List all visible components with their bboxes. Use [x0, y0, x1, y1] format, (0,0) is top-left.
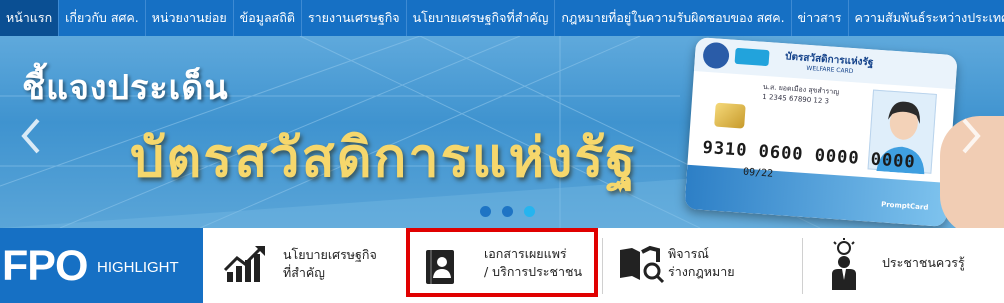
idea-person-icon — [832, 238, 856, 290]
nav-item-laws[interactable]: กฎหมายที่อยู่ในความรับผิดชอบของ สศค. — [555, 0, 792, 36]
slider-pagination — [480, 206, 535, 217]
banner-subtitle: ชี้แจงประเด็น — [22, 68, 229, 108]
chevron-right-icon — [962, 118, 981, 154]
label-line-1: ประชาชนควรรู้ — [882, 255, 965, 270]
selection-highlight-box — [406, 228, 598, 297]
growth-chart-icon — [223, 246, 265, 282]
divider — [802, 238, 803, 294]
slider-next-button[interactable] — [956, 114, 984, 158]
highlight-draft-law-label: พิจารณ์ ร่างกฎหมาย — [668, 245, 735, 281]
chevron-left-icon — [21, 118, 40, 154]
fpo-brand: FPO — [2, 242, 88, 290]
slider-prev-button[interactable] — [18, 114, 46, 158]
nav-item-sub-units[interactable]: หน่วยงานย่อย — [146, 0, 234, 36]
slider-dot-3[interactable] — [524, 206, 535, 217]
banner-title: บัตรสวัสดิการแห่งรัฐ — [130, 126, 638, 189]
divider — [602, 238, 603, 294]
nav-item-economic-report[interactable]: รายงานเศรษฐกิจ — [302, 0, 407, 36]
welfare-card-image: บัตรสวัสดิการแห่งรัฐ WELFARE CARD น.ส. ย… — [684, 37, 958, 227]
nav-item-international[interactable]: ความสัมพันธ์ระหว่างประเทศ — [849, 0, 1004, 36]
slider-dot-2[interactable] — [502, 206, 513, 217]
law-book-search-icon — [620, 245, 664, 284]
highlight-public-should-know-label: ประชาชนควรรู้ — [882, 254, 965, 272]
highlight-economic-policy-label: นโยบายเศรษฐกิจ ที่สำคัญ — [283, 246, 377, 282]
nav-item-news[interactable]: ข่าวสาร — [792, 0, 849, 36]
fpo-highlight-logo: FPO HIGHLIGHT — [0, 228, 203, 303]
bank-logo-icon — [734, 47, 770, 67]
highlight-economic-policy[interactable]: นโยบายเศรษฐกิจ ที่สำคัญ — [203, 228, 403, 303]
nav-item-statistics[interactable]: ข้อมูลสถิติ — [234, 0, 302, 36]
highlight-bar: FPO HIGHLIGHT นโยบายเศรษฐกิจ ที่สำคัญ เอ… — [0, 228, 1004, 303]
label-line-2: ที่สำคัญ — [283, 265, 325, 280]
highlight-public-should-know[interactable]: ประชาชนควรรู้ — [804, 228, 1004, 303]
nav-item-home[interactable]: หน้าแรก — [0, 0, 60, 36]
nav-item-about[interactable]: เกี่ยวกับ สศค. — [59, 0, 146, 36]
highlight-draft-law-review[interactable]: พิจารณ์ ร่างกฎหมาย — [604, 228, 804, 303]
card-holder: น.ส. ยอดเมือง สุขสำราญ 1 2345 67890 12 3 — [762, 82, 839, 106]
label-line-1: พิจารณ์ — [668, 246, 709, 261]
main-nav: หน้าแรก เกี่ยวกับ สศค. หน่วยงานย่อย ข้อม… — [0, 0, 1004, 36]
label-line-1: นโยบายเศรษฐกิจ — [283, 247, 377, 262]
highlight-label: HIGHLIGHT — [97, 259, 179, 276]
card-expiry: 09/22 — [742, 166, 774, 180]
nav-item-economic-policy[interactable]: นโยบายเศรษฐกิจที่สำคัญ — [407, 0, 556, 36]
slider-dot-1[interactable] — [480, 206, 491, 217]
label-line-2: ร่างกฎหมาย — [668, 264, 735, 279]
chip-icon — [714, 102, 746, 129]
hero-banner[interactable]: ชี้แจงประเด็น บัตรสวัสดิการแห่งรัฐ บัตรส… — [0, 36, 1004, 228]
